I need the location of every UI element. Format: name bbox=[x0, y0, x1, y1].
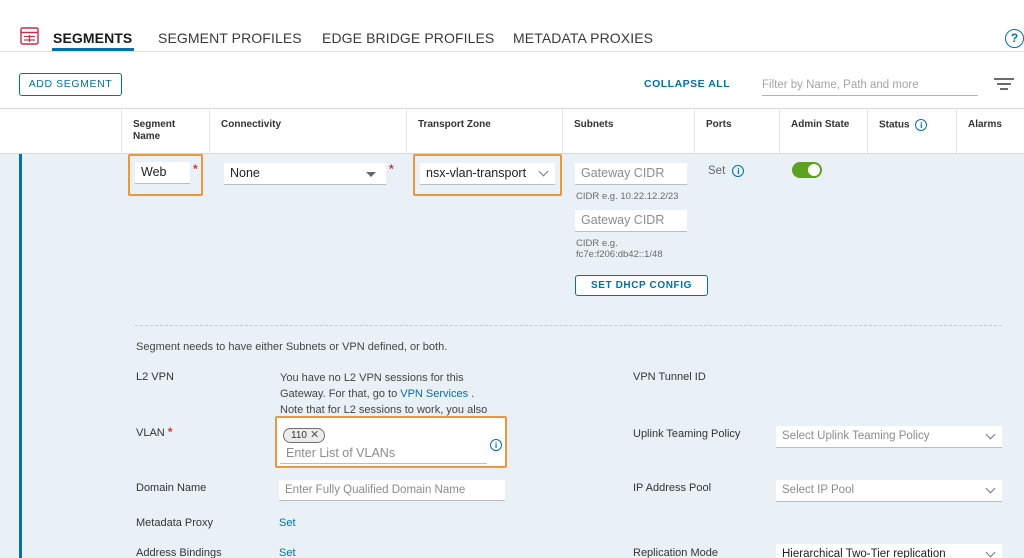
metadata-proxy-set-link[interactable]: Set bbox=[279, 517, 296, 529]
metadata-proxy-label: Metadata Proxy bbox=[136, 517, 214, 529]
column-header-subnets[interactable]: Subnets bbox=[574, 119, 613, 131]
vlan-info-icon[interactable]: i bbox=[490, 439, 502, 451]
vpn-tunnel-id-label: VPN Tunnel ID bbox=[633, 371, 706, 383]
column-divider bbox=[956, 109, 957, 153]
column-divider bbox=[694, 109, 695, 153]
column-header-connectivity[interactable]: Connectivity bbox=[221, 119, 281, 131]
subnets-vpn-message: Segment needs to have either Subnets or … bbox=[136, 341, 448, 353]
chevron-down-icon bbox=[985, 547, 996, 558]
column-header-alarms[interactable]: Alarms bbox=[968, 119, 1002, 131]
column-divider bbox=[779, 109, 780, 153]
l2vpn-text-line2: Gateway. For that, go to VPN Services . bbox=[280, 386, 510, 402]
column-divider bbox=[209, 109, 210, 153]
column-header-status-label: Status bbox=[879, 119, 910, 131]
ip-address-pool-label: IP Address Pool bbox=[633, 482, 712, 494]
gateway-cidr-ipv6-hint-line2: fc7e:f206:db42::1/48 bbox=[576, 249, 663, 260]
chevron-down-icon bbox=[538, 166, 549, 177]
column-divider bbox=[406, 109, 407, 153]
transport-zone-value: nsx-vlan-transport bbox=[426, 166, 527, 180]
tab-metadata-proxies[interactable]: METADATA PROXIES bbox=[513, 30, 653, 46]
domain-name-label: Domain Name bbox=[136, 482, 207, 494]
uplink-teaming-label: Uplink Teaming Policy bbox=[633, 428, 741, 440]
transport-zone-select[interactable]: nsx-vlan-transport bbox=[420, 163, 555, 185]
l2vpn-text-line1: You have no L2 VPN sessions for this bbox=[280, 372, 464, 384]
required-marker: * bbox=[193, 162, 198, 176]
required-marker: * bbox=[167, 425, 173, 439]
column-header-segment-name-line1: Segment bbox=[133, 119, 176, 130]
column-header-admin-state[interactable]: Admin State bbox=[791, 119, 849, 131]
chevron-down-icon bbox=[985, 429, 996, 440]
replication-mode-label: Replication Mode bbox=[633, 547, 718, 558]
replication-mode-value: Hierarchical Two-Tier replication bbox=[782, 548, 946, 558]
tab-edge-bridge-profiles[interactable]: EDGE BRIDGE PROFILES bbox=[322, 30, 494, 46]
vlan-label-text: VLAN bbox=[136, 427, 165, 439]
admin-state-toggle[interactable] bbox=[792, 162, 822, 178]
ip-pool-select[interactable]: Select IP Pool bbox=[776, 480, 1002, 502]
filter-icon[interactable] bbox=[994, 78, 1014, 90]
address-bindings-set-link[interactable]: Set bbox=[279, 547, 296, 558]
address-bindings-label: Address Bindings bbox=[136, 547, 222, 558]
segments-icon bbox=[20, 27, 39, 45]
vlan-label: VLAN * bbox=[136, 425, 172, 439]
ports-set[interactable]: Set i bbox=[708, 165, 745, 178]
vlan-input[interactable]: Enter List of VLANs bbox=[280, 443, 487, 464]
help-icon[interactable]: ? bbox=[1005, 29, 1024, 48]
chevron-down-icon bbox=[985, 483, 996, 494]
add-segment-button[interactable]: ADD SEGMENT bbox=[19, 73, 122, 96]
column-header-transport-zone[interactable]: Transport Zone bbox=[418, 119, 491, 131]
column-divider bbox=[562, 109, 563, 153]
section-divider bbox=[135, 325, 1002, 326]
column-divider bbox=[121, 109, 122, 153]
tab-segment-profiles[interactable]: SEGMENT PROFILES bbox=[158, 30, 302, 46]
row-selection-bar bbox=[19, 154, 22, 558]
l2vpn-label: L2 VPN bbox=[136, 371, 174, 383]
l2vpn-text-prefix: Gateway. For that, go to bbox=[280, 388, 401, 400]
domain-name-input[interactable]: Enter Fully Qualified Domain Name bbox=[279, 480, 505, 501]
column-header-segment-name-line2: Name bbox=[133, 131, 161, 142]
tabs-divider bbox=[0, 51, 1024, 52]
replication-mode-select[interactable]: Hierarchical Two-Tier replication bbox=[776, 544, 1002, 558]
uplink-teaming-value: Select Uplink Teaming Policy bbox=[782, 430, 930, 442]
ports-set-label: Set bbox=[708, 165, 726, 178]
vlan-chip-value: 110 bbox=[291, 430, 307, 441]
column-header-segment-name[interactable]: Segment Name bbox=[133, 119, 175, 143]
filter-input[interactable] bbox=[762, 74, 978, 96]
required-marker: * bbox=[389, 162, 394, 176]
dropdown-arrow-icon bbox=[366, 172, 376, 177]
gateway-cidr-ipv4-input[interactable]: Gateway CIDR bbox=[575, 163, 687, 185]
remove-chip-icon[interactable]: ✕ bbox=[310, 429, 319, 441]
ports-info-icon[interactable]: i bbox=[732, 165, 745, 177]
vpn-services-link[interactable]: VPN Services bbox=[400, 388, 468, 400]
uplink-teaming-select[interactable]: Select Uplink Teaming Policy bbox=[776, 426, 1002, 448]
collapse-all-link[interactable]: COLLAPSE ALL bbox=[644, 78, 730, 90]
connectivity-select[interactable]: None bbox=[224, 163, 386, 185]
l2vpn-text: You have no L2 VPN sessions for this Gat… bbox=[280, 370, 510, 418]
toggle-knob bbox=[808, 164, 820, 176]
status-info-icon[interactable]: i bbox=[915, 119, 928, 131]
gateway-cidr-ipv6-hint-line1: CIDR e.g. bbox=[576, 238, 618, 249]
tab-segments[interactable]: SEGMENTS bbox=[53, 30, 132, 46]
column-divider bbox=[867, 109, 868, 153]
gateway-cidr-ipv4-hint: CIDR e.g. 10.22.12.2/23 bbox=[576, 191, 679, 202]
l2vpn-text-suffix: . bbox=[468, 388, 475, 400]
set-dhcp-config-button[interactable]: SET DHCP CONFIG bbox=[575, 275, 708, 296]
ip-pool-value: Select IP Pool bbox=[782, 484, 855, 496]
segment-name-input[interactable]: Web bbox=[135, 162, 190, 184]
vlan-chip[interactable]: 110 ✕ bbox=[283, 427, 326, 443]
connectivity-value: None bbox=[230, 166, 260, 180]
gateway-cidr-ipv6-hint: CIDR e.g. fc7e:f206:db42::1/48 bbox=[576, 238, 663, 260]
column-header-status[interactable]: Status i bbox=[879, 119, 928, 132]
gateway-cidr-ipv6-input[interactable]: Gateway CIDR bbox=[575, 210, 687, 232]
column-header-ports[interactable]: Ports bbox=[706, 119, 732, 131]
